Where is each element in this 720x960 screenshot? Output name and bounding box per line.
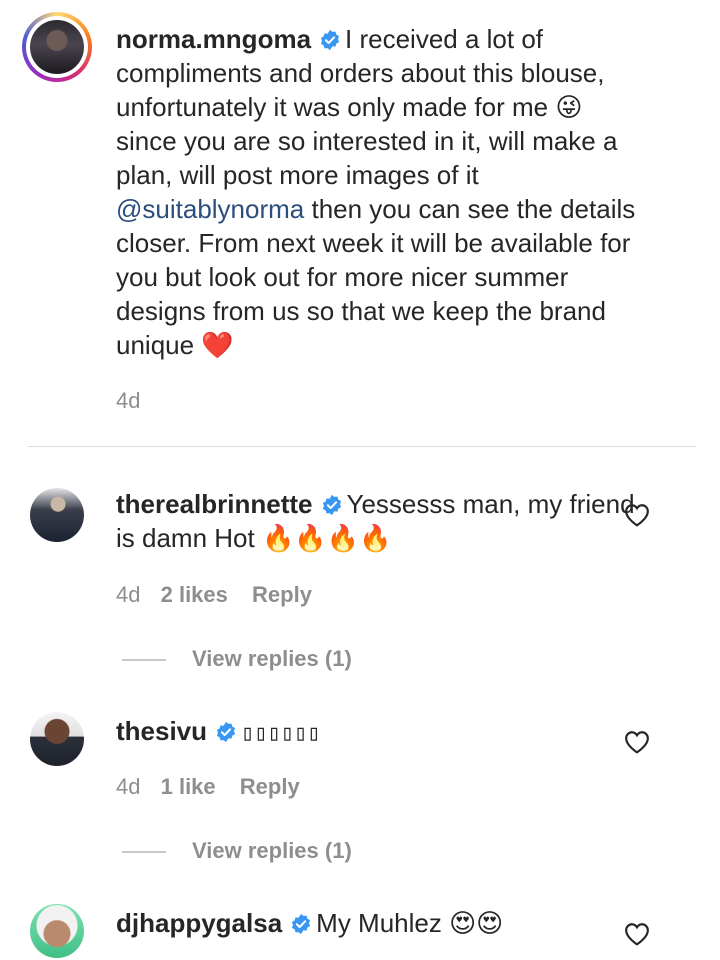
verified-badge-icon <box>322 494 341 516</box>
likes-count[interactable]: 1 like <box>161 774 216 799</box>
comment-text: thesivu ▯▯▯▯▯▯ <box>116 714 646 751</box>
verified-badge-icon <box>216 721 236 743</box>
commenter-avatar[interactable] <box>30 712 84 766</box>
replies-divider-line <box>122 659 166 662</box>
commenter-avatar[interactable] <box>30 488 84 542</box>
view-replies-button[interactable]: View replies (1) <box>122 646 352 672</box>
caption-text: norma.mngoma I received a lot of complime… <box>116 22 646 362</box>
timestamp: 4d <box>116 774 141 799</box>
heart-outline-icon[interactable] <box>624 730 650 754</box>
mention-link[interactable]: @suitablynorma <box>116 194 304 224</box>
caption-username[interactable]: norma.mngoma <box>116 24 311 54</box>
comment-meta: 4d 2 likes Reply <box>116 582 312 608</box>
comment-username[interactable]: djhappygalsa <box>116 908 282 938</box>
reply-button[interactable]: Reply <box>240 774 300 799</box>
comment-text: djhappygalsa My Muhlez 😍😍 <box>116 906 646 940</box>
author-avatar[interactable] <box>22 12 92 82</box>
view-replies-button[interactable]: View replies (1) <box>122 838 352 864</box>
view-replies-label: View replies (1) <box>192 838 352 863</box>
timestamp: 4d <box>116 582 141 607</box>
commenter-avatar[interactable] <box>30 904 84 958</box>
caption-divider <box>28 446 696 447</box>
comment-meta: 4d 1 like Reply <box>116 774 300 800</box>
heart-outline-icon[interactable] <box>624 922 650 946</box>
reply-button[interactable]: Reply <box>252 582 312 607</box>
view-replies-label: View replies (1) <box>192 646 352 671</box>
comment-text: therealbrinnette Yessesss man, my friend … <box>116 487 646 555</box>
heart-outline-icon[interactable] <box>624 503 650 527</box>
comment-username[interactable]: therealbrinnette <box>116 489 313 519</box>
caption-meta: 4d <box>116 388 154 414</box>
comment-body: My Muhlez 😍😍 <box>316 908 504 938</box>
verified-badge-icon <box>320 29 340 51</box>
replies-divider-line <box>122 851 166 854</box>
likes-count[interactable]: 2 likes <box>161 582 228 607</box>
timestamp: 4d <box>116 388 141 413</box>
comment-username[interactable]: thesivu <box>116 716 207 746</box>
comment-body: ▯▯▯▯▯▯ <box>241 721 321 746</box>
verified-badge-icon <box>292 913 311 935</box>
